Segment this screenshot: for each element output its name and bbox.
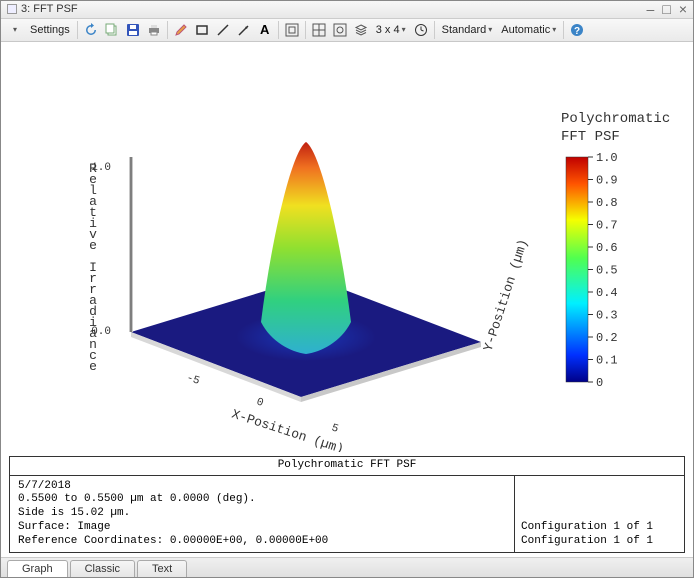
colorbar-tick: 0.3 xyxy=(596,308,618,322)
close-icon[interactable]: × xyxy=(679,1,687,17)
automatic-dropdown[interactable]: Automatic ▾ xyxy=(497,24,560,36)
window-title: 3: FFT PSF xyxy=(21,3,78,15)
colorbar-tick: 0.5 xyxy=(596,263,618,277)
grid-size-dropdown[interactable]: 3 x 4▾ xyxy=(372,24,410,36)
pencil-icon[interactable] xyxy=(171,20,191,40)
print-icon[interactable] xyxy=(144,20,164,40)
svg-text:e: e xyxy=(89,359,97,374)
colorbar-title-1: Polychromatic xyxy=(561,111,670,127)
x-tick-0: -5 xyxy=(185,372,201,387)
colorbar-tick: 0.8 xyxy=(596,196,618,210)
info-refcoords: Reference Coordinates: 0.00000E+00, 0.00… xyxy=(18,535,328,547)
standard-dropdown[interactable]: Standard ▾ xyxy=(438,24,497,36)
colorbar-title-2: FFT PSF xyxy=(561,129,620,145)
info-surface: Surface: Image xyxy=(18,521,110,533)
tab-text[interactable]: Text xyxy=(137,560,187,577)
tab-classic[interactable]: Classic xyxy=(70,560,135,577)
window-icon xyxy=(7,4,17,14)
target-icon[interactable] xyxy=(330,20,350,40)
svg-text:e: e xyxy=(89,238,97,253)
colorbar-tick: 0.6 xyxy=(596,241,618,255)
layers-icon[interactable] xyxy=(351,20,371,40)
y-axis-label: Y-Position (µm) xyxy=(481,237,531,353)
colorbar: Polychromatic FFT PSF 1.0 0.9 0.8 0.7 0.6 0.5… xyxy=(561,111,670,390)
colorbar-tick: 1.0 xyxy=(596,151,618,165)
toolbar: ▾ Settings A 3 x 4▾ Standard ▾ Automatic… xyxy=(1,19,693,42)
info-side: Side is 15.02 µm. xyxy=(18,507,130,519)
arrow-icon[interactable] xyxy=(234,20,254,40)
x-tick-2: 5 xyxy=(330,422,340,435)
colorbar-tick: 0 xyxy=(596,376,603,390)
colorbar-tick: 0.2 xyxy=(596,331,618,345)
z-axis: 0.0 1.0 xyxy=(91,157,133,338)
zoom-tool-icon[interactable] xyxy=(282,20,302,40)
help-icon[interactable]: ? xyxy=(567,20,587,40)
colorbar-tick: 0.4 xyxy=(596,286,618,300)
plot-svg: 0.0 1.0 Relative Irradiance X-Position (… xyxy=(1,42,693,452)
crosshair-icon[interactable] xyxy=(309,20,329,40)
x-tick-1: 0 xyxy=(255,396,265,409)
info-panel: Polychromatic FFT PSF 5/7/2018 0.5500 to… xyxy=(9,456,685,554)
chevron-down-icon[interactable]: ▾ xyxy=(5,20,25,40)
text-tool-icon[interactable]: A xyxy=(255,20,275,40)
info-left: 5/7/2018 0.5500 to 0.5500 µm at 0.0000 (… xyxy=(10,476,514,553)
info-date: 5/7/2018 xyxy=(18,480,71,492)
colorbar-tick: 0.1 xyxy=(596,353,618,367)
svg-text:?: ? xyxy=(574,26,580,37)
minimize-icon[interactable]: – xyxy=(647,1,655,17)
plot-area[interactable]: 0.0 1.0 Relative Irradiance X-Position (… xyxy=(1,42,693,452)
grid-size-label: 3 x 4 xyxy=(376,24,400,36)
refresh-icon[interactable] xyxy=(81,20,101,40)
colorbar-tick: 0.7 xyxy=(596,218,618,232)
standard-label: Standard xyxy=(442,24,487,36)
info-config-1: Configuration 1 of 1 xyxy=(521,521,678,535)
titlebar: 3: FFT PSF – □ × xyxy=(1,1,693,19)
z-axis-label: Relative Irradiance xyxy=(89,161,97,374)
save-icon[interactable] xyxy=(123,20,143,40)
info-wavelength: 0.5500 to 0.5500 µm at 0.0000 (deg). xyxy=(18,493,256,505)
surface-plot xyxy=(131,142,481,402)
tab-strip: Graph Classic Text xyxy=(1,557,693,577)
rectangle-icon[interactable] xyxy=(192,20,212,40)
info-config-2: Configuration 1 of 1 xyxy=(521,535,678,549)
clock-icon[interactable] xyxy=(411,20,431,40)
info-right: Configuration 1 of 1 Configuration 1 of … xyxy=(514,476,684,553)
settings-button[interactable]: Settings xyxy=(26,24,74,36)
automatic-label: Automatic xyxy=(501,24,550,36)
info-title: Polychromatic FFT PSF xyxy=(10,457,684,476)
copy-icon[interactable] xyxy=(102,20,122,40)
maximize-icon[interactable]: □ xyxy=(662,1,670,17)
x-axis-label: X-Position (µm) xyxy=(230,406,346,451)
tab-graph[interactable]: Graph xyxy=(7,560,68,577)
colorbar-tick: 0.9 xyxy=(596,173,618,187)
window: 3: FFT PSF – □ × ▾ Settings A 3 x 4▾ Sta… xyxy=(0,0,694,578)
line-icon[interactable] xyxy=(213,20,233,40)
